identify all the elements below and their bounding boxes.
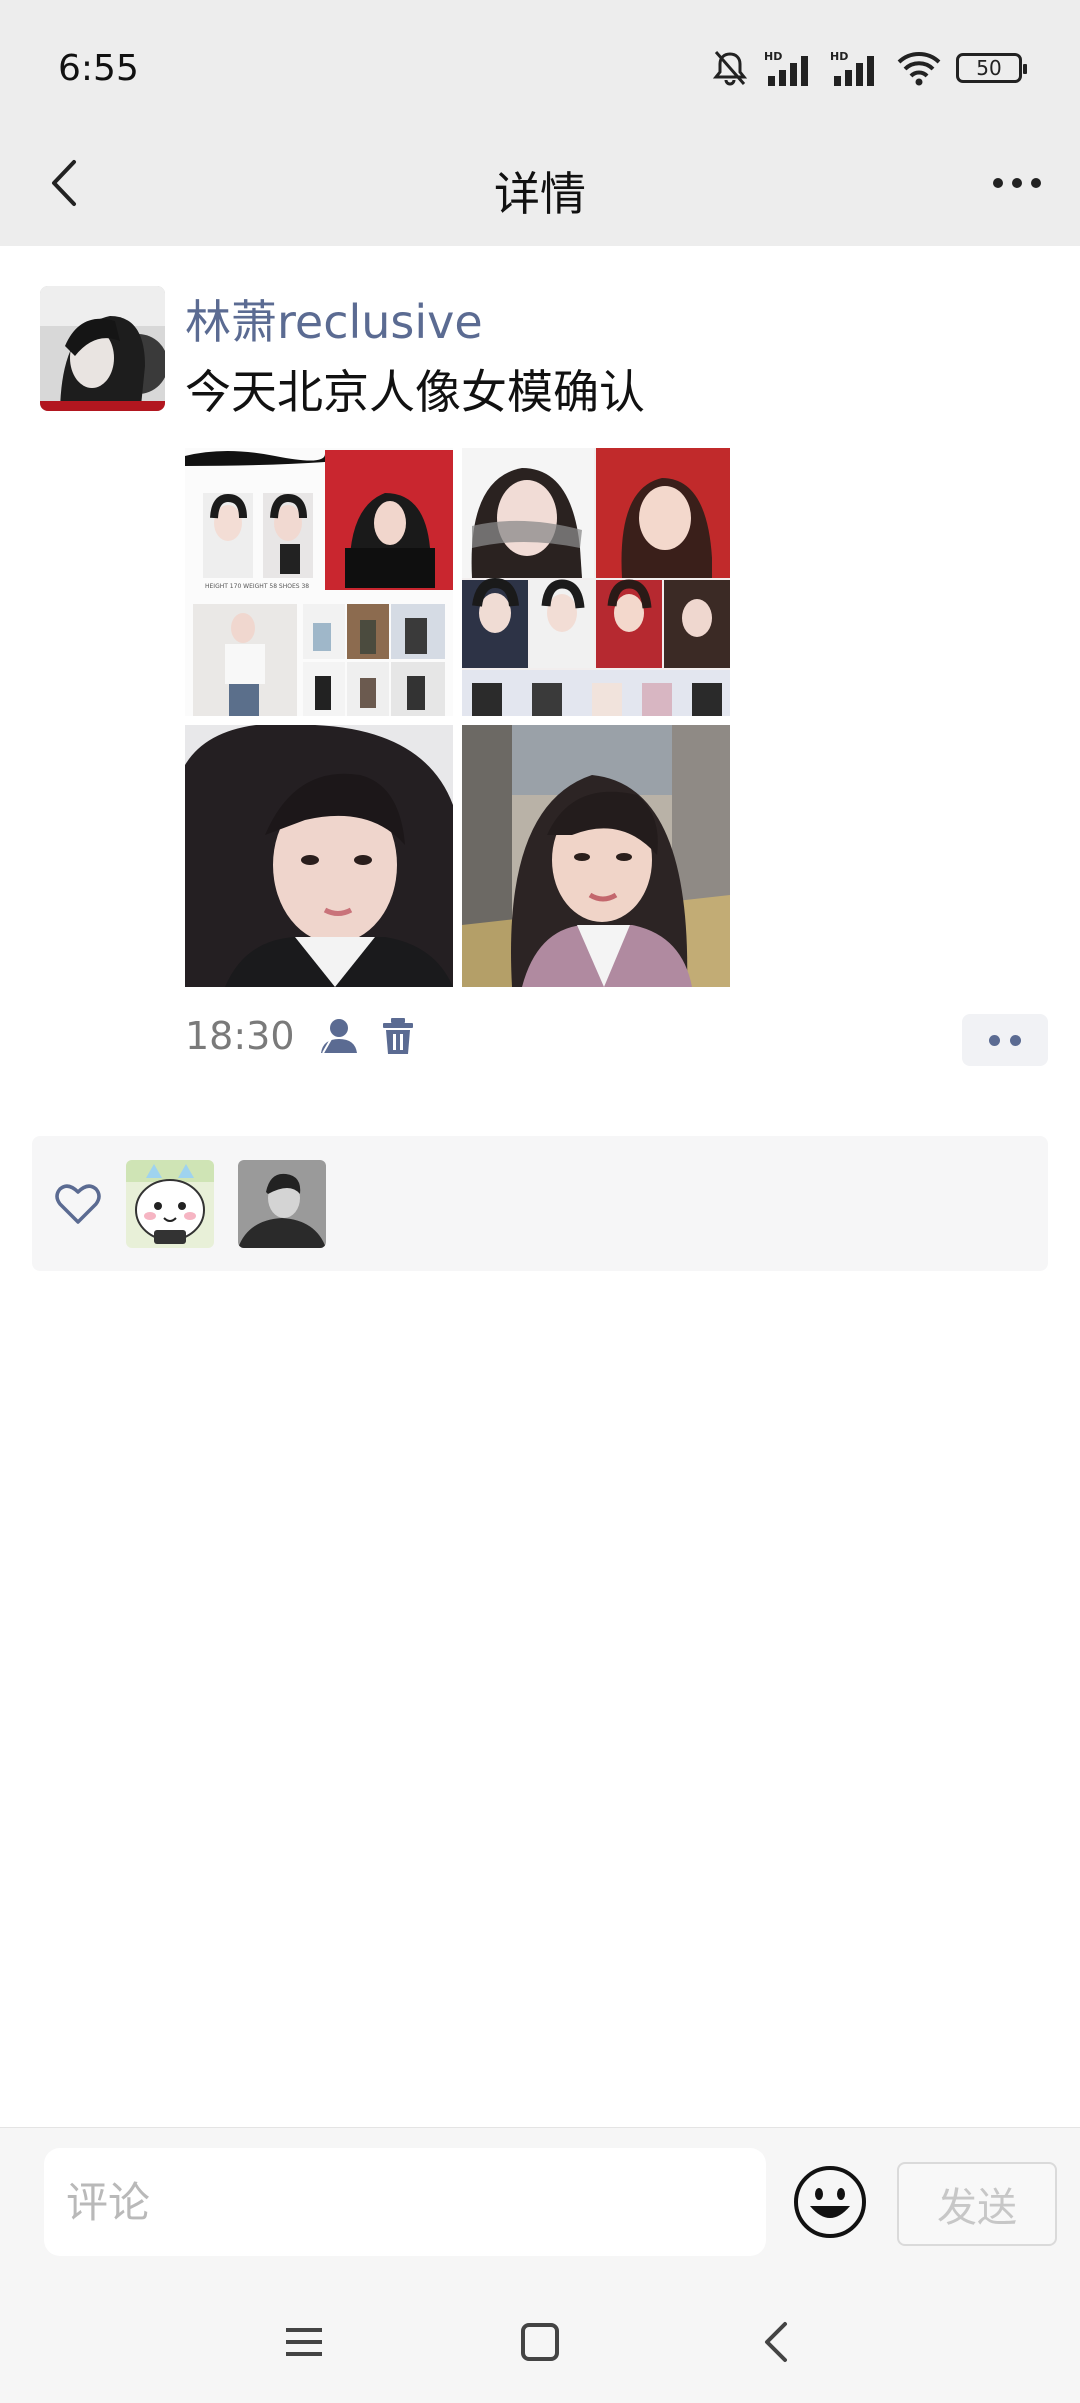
collage-caption: HEIGHT 170 WEIGHT 58 SHOES 38 — [205, 583, 309, 590]
photo-collage-1[interactable]: HEIGHT 170 WEIGHT 58 SHOES 38 — [185, 448, 453, 716]
more-options-button[interactable] — [984, 150, 1050, 216]
photo-grid: HEIGHT 170 WEIGHT 58 SHOES 38 — [185, 448, 730, 988]
svg-text:HD: HD — [830, 50, 848, 63]
author-avatar[interactable] — [40, 286, 165, 411]
post-text: 今天北京人像女模确认 — [185, 365, 645, 419]
battery-icon: 50 — [956, 53, 1027, 83]
photo-collage-2[interactable] — [462, 448, 730, 716]
battery-level: 50 — [976, 56, 1002, 80]
title-bar: 详情 — [0, 120, 1080, 246]
author-name[interactable]: 林萧reclusive — [185, 286, 483, 352]
trash-icon[interactable] — [381, 1017, 415, 1055]
post-time: 18:30 — [185, 1014, 295, 1058]
liker-avatar-cartoon[interactable] — [126, 1159, 214, 1248]
signal-hd-icon: HD — [764, 50, 808, 86]
status-time: 6:55 — [58, 48, 139, 89]
system-nav-bar — [0, 2272, 1080, 2403]
post-action-menu-button[interactable] — [962, 1014, 1048, 1066]
comment-input[interactable] — [44, 2148, 766, 2256]
page-title: 详情 — [494, 167, 586, 221]
photo-selfie-1[interactable] — [185, 725, 453, 987]
heart-icon — [55, 1183, 101, 1224]
likes-panel — [32, 1136, 1048, 1271]
liker-avatar-photo[interactable] — [238, 1159, 326, 1248]
menu-icon — [286, 2328, 322, 2356]
status-icons: HD HD 50 — [710, 48, 1027, 88]
emoji-icon[interactable] — [792, 2164, 868, 2240]
nav-back-button[interactable] — [746, 2312, 806, 2372]
nav-menu-button[interactable] — [274, 2312, 334, 2372]
more-dots-icon — [993, 178, 1041, 188]
signal-hd-icon-2: HD — [830, 50, 874, 86]
wifi-icon — [897, 52, 941, 86]
action-dot — [1010, 1034, 1021, 1046]
send-button[interactable]: 发送 — [897, 2162, 1057, 2246]
visibility-icon[interactable] — [317, 1017, 359, 1055]
action-dot — [989, 1034, 1000, 1046]
nav-home-button[interactable] — [510, 2312, 570, 2372]
svg-text:HD: HD — [764, 50, 782, 63]
comment-field[interactable] — [44, 2148, 766, 2256]
bell-muted-icon — [712, 51, 748, 86]
home-square-icon — [521, 2323, 559, 2361]
nav-back-icon — [765, 2322, 787, 2362]
photo-selfie-2[interactable] — [462, 725, 730, 987]
post-meta: 18:30 — [185, 1014, 415, 1058]
